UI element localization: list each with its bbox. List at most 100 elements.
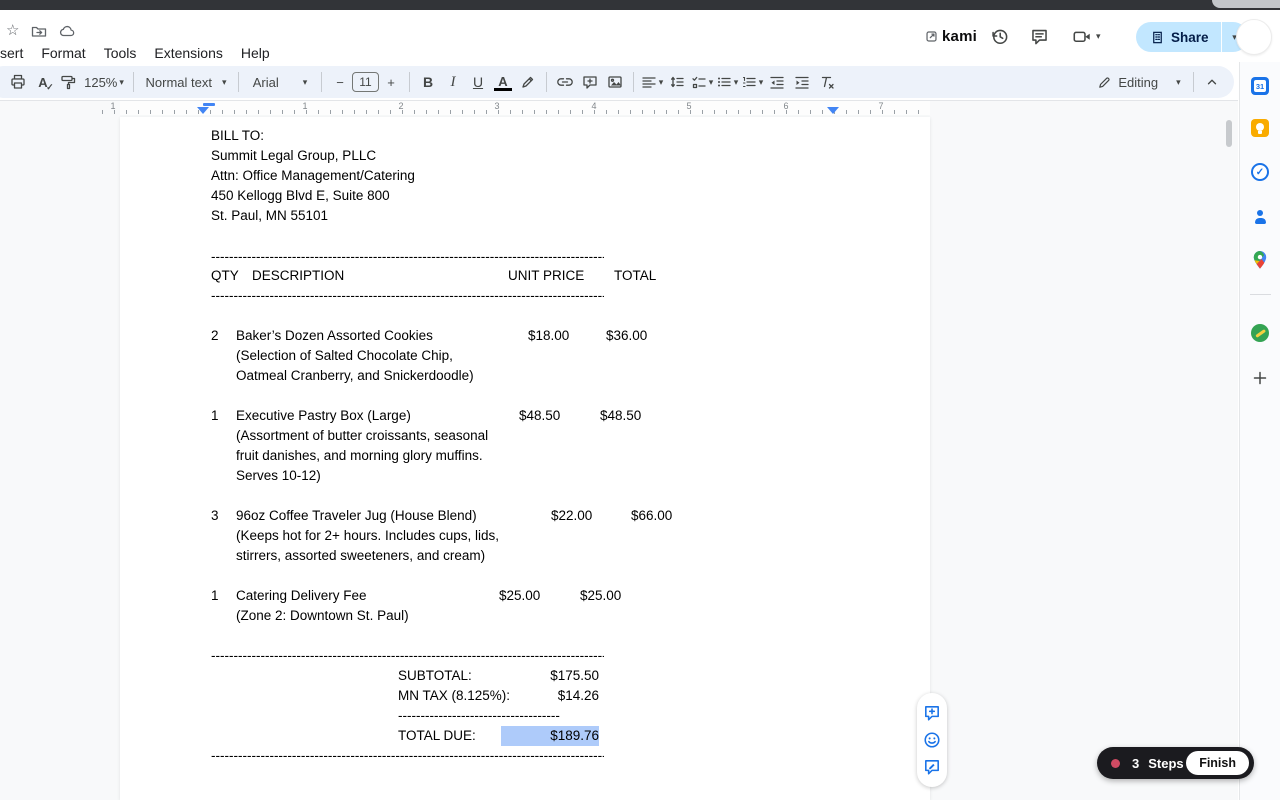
invoice-divider-short[interactable]: ------------------------------------ [398,706,561,726]
insert-image-button[interactable] [603,69,627,95]
column-header-total[interactable]: TOTAL [614,266,656,286]
underline-button[interactable]: U [466,69,490,95]
highlight-color-button[interactable] [516,69,540,95]
total-due-value-highlighted[interactable]: $189.76 [501,726,599,746]
item-total[interactable]: $25.00 [580,586,621,606]
item-qty[interactable]: 1 [211,586,219,606]
chevron-down-icon[interactable]: ▾ [1096,32,1101,41]
version-history-button[interactable] [990,27,1009,46]
clear-formatting-button[interactable] [815,69,839,95]
item-name[interactable]: Catering Delivery Fee [236,586,367,606]
paragraph-style-select[interactable]: Normal text ▾ [140,69,232,95]
column-header-unit-price[interactable]: UNIT PRICE [508,266,584,286]
document-page[interactable]: BILL TO: Summit Legal Group, PLLC Attn: … [120,117,930,800]
mode-select[interactable]: Editing ▾ [1091,69,1187,95]
scrollbar-thumb[interactable] [1226,120,1232,147]
google-calendar-shortcut[interactable]: 31 [1250,76,1270,96]
tax-value[interactable]: $14.26 [420,686,599,706]
line-spacing-button[interactable] [665,69,689,95]
move-folder-icon[interactable] [31,23,47,39]
open-comments-button[interactable] [1030,27,1049,46]
invoice-divider[interactable]: ----------------------------------------… [211,247,604,267]
font-select[interactable]: Arial ▾ [245,69,315,95]
bullet-list-button[interactable]: ▾ [715,69,739,95]
first-line-indent-marker[interactable] [203,103,215,106]
increase-font-button[interactable]: + [379,69,403,95]
bill-to-line[interactable]: BILL TO: [211,126,264,146]
add-comment-button[interactable] [578,69,602,95]
column-header-description[interactable]: DESCRIPTION [252,266,344,286]
column-header-qty[interactable]: QTY [211,266,239,286]
left-indent-marker[interactable] [197,107,209,114]
google-contacts-shortcut[interactable] [1250,207,1270,227]
addon-shortcut[interactable] [1250,323,1270,343]
item-desc-line[interactable]: Oatmeal Cranberry, and Snickerdoodle) [236,366,474,386]
share-button[interactable]: Share [1136,22,1221,52]
item-total[interactable]: $36.00 [606,326,647,346]
zoom-select[interactable]: 125% ▾ [81,69,127,95]
get-addons-button[interactable] [1250,368,1270,388]
item-name[interactable]: Baker’s Dozen Assorted Cookies [236,326,433,346]
cloud-saved-icon[interactable] [59,23,76,39]
menu-insert-partial[interactable]: sert [0,45,32,61]
invoice-divider[interactable]: ----------------------------------------… [211,746,604,766]
print-button[interactable] [6,69,30,95]
item-desc-line[interactable]: (Zone 2: Downtown St. Paul) [236,606,409,626]
bold-button[interactable]: B [416,69,440,95]
insert-link-button[interactable] [553,69,577,95]
star-icon[interactable]: ☆ [6,23,19,39]
right-indent-marker[interactable] [827,107,839,114]
join-call-button[interactable]: ▾ [1072,27,1101,46]
font-size-input[interactable] [352,72,379,92]
paint-format-button[interactable] [56,69,80,95]
item-desc-line[interactable]: (Assortment of butter croissants, season… [236,426,488,446]
kami-steps-pill[interactable]: 3 Steps Finish [1097,747,1254,779]
google-tasks-shortcut[interactable]: ✓ [1250,162,1270,182]
item-unit-price[interactable]: $48.50 [519,406,560,426]
item-desc-line[interactable]: stirrers, assorted sweeteners, and cream… [236,546,485,566]
bill-to-line[interactable]: 450 Kellogg Blvd E, Suite 800 [211,186,390,206]
invoice-divider[interactable]: ----------------------------------------… [211,286,604,306]
emoji-reaction-fab[interactable] [921,729,943,751]
text-color-button[interactable]: A [491,69,515,95]
invoice-divider[interactable]: ----------------------------------------… [211,646,604,666]
google-keep-shortcut[interactable] [1250,118,1270,138]
menu-extensions[interactable]: Extensions [145,45,231,61]
add-comment-fab[interactable] [921,702,943,724]
item-unit-price[interactable]: $22.00 [551,506,592,526]
item-desc-line[interactable]: Serves 10-12) [236,466,321,486]
item-total[interactable]: $48.50 [600,406,641,426]
numbered-list-button[interactable]: ▾ [740,69,764,95]
item-qty[interactable]: 3 [211,506,219,526]
bill-to-line[interactable]: Summit Legal Group, PLLC [211,146,376,166]
finish-button[interactable]: Finish [1186,751,1249,775]
increase-indent-button[interactable] [790,69,814,95]
subtotal-value[interactable]: $175.50 [420,666,599,686]
total-due-label[interactable]: TOTAL DUE: [398,726,476,746]
bill-to-line[interactable]: St. Paul, MN 55101 [211,206,328,226]
bill-to-line[interactable]: Attn: Office Management/Catering [211,166,415,186]
item-name[interactable]: 96oz Coffee Traveler Jug (House Blend) [236,506,477,526]
decrease-indent-button[interactable] [765,69,789,95]
item-name[interactable]: Executive Pastry Box (Large) [236,406,411,426]
italic-button[interactable]: I [441,69,465,95]
ruler[interactable]: 1 1 2 3 4 5 6 7 [0,100,1238,115]
google-maps-shortcut[interactable] [1250,250,1270,270]
item-total[interactable]: $66.00 [631,506,672,526]
user-avatar[interactable] [1236,19,1272,55]
collapse-toolbar-button[interactable] [1200,69,1224,95]
item-qty[interactable]: 1 [211,406,219,426]
menu-format[interactable]: Format [32,45,94,61]
align-button[interactable]: ▾ [640,69,664,95]
kami-extension-button[interactable]: kami [925,28,977,45]
decrease-font-button[interactable]: − [328,69,352,95]
item-desc-line[interactable]: (Selection of Salted Chocolate Chip, [236,346,453,366]
item-qty[interactable]: 2 [211,326,219,346]
item-desc-line[interactable]: (Keeps hot for 2+ hours. Includes cups, … [236,526,499,546]
menu-help[interactable]: Help [232,45,279,61]
item-unit-price[interactable]: $25.00 [499,586,540,606]
spellcheck-button[interactable]: A✓ [31,69,55,95]
menu-tools[interactable]: Tools [95,45,146,61]
checklist-button[interactable]: ▾ [690,69,714,95]
item-desc-line[interactable]: fruit danishes, and morning glory muffin… [236,446,483,466]
